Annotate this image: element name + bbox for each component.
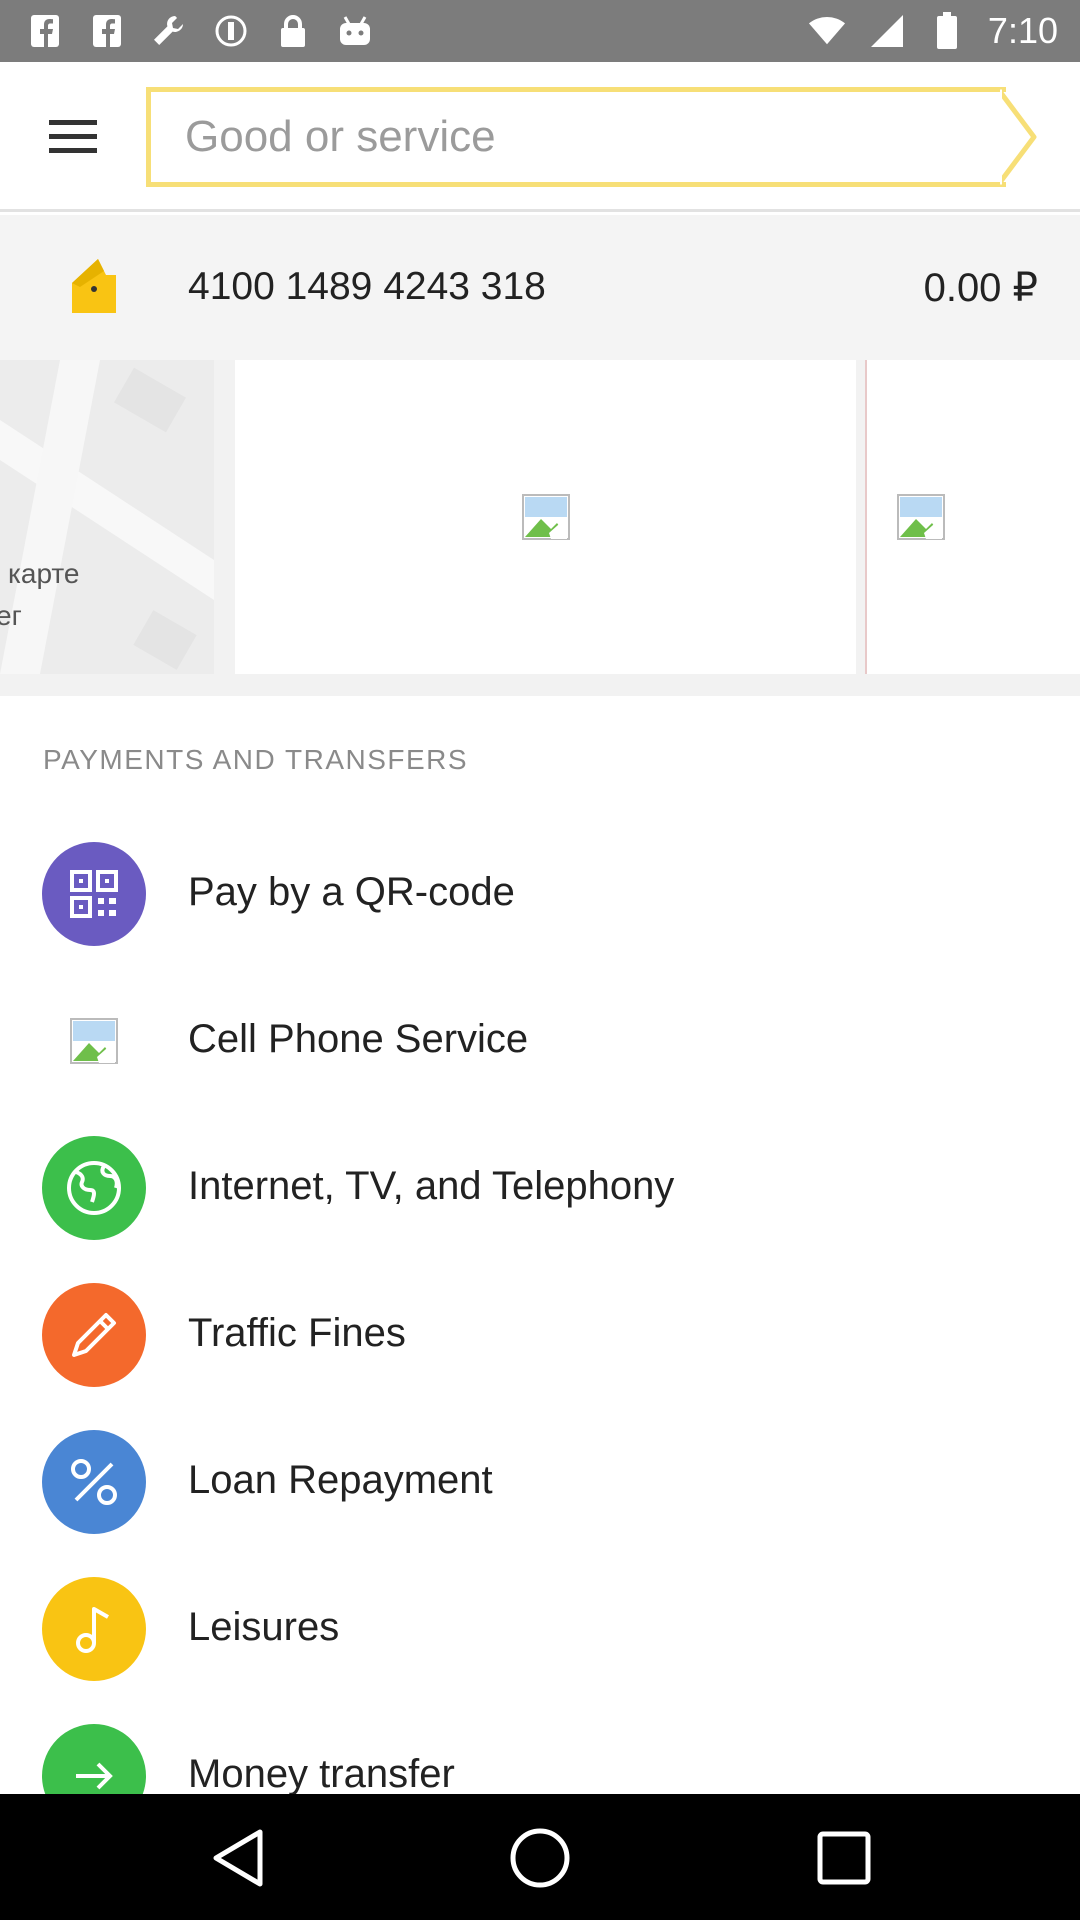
list-item-label: Leisures bbox=[188, 1605, 340, 1649]
account-summary[interactable]: 4100 1489 4243 318 0.00 ₽ bbox=[0, 215, 1080, 360]
list-item-qr-code[interactable]: Pay by a QR-code bbox=[0, 820, 1080, 967]
broken-image-icon bbox=[897, 494, 945, 540]
back-icon bbox=[213, 1829, 263, 1887]
wrench-icon bbox=[150, 12, 188, 50]
account-number: 4100 1489 4243 318 bbox=[188, 265, 546, 308]
promo-card[interactable] bbox=[235, 360, 856, 674]
back-button[interactable] bbox=[200, 1820, 276, 1896]
promo-card[interactable] bbox=[865, 360, 1080, 674]
list-item-cell-phone[interactable]: Cell Phone Service bbox=[0, 967, 1080, 1114]
top-app-bar bbox=[0, 62, 1080, 212]
hamburger-menu-icon bbox=[49, 120, 97, 153]
search-arrow-shape bbox=[996, 87, 1037, 187]
account-balance: 0.00 ₽ bbox=[923, 266, 1038, 310]
app-screen: 7:10 4100 1489 4243 31 bbox=[0, 0, 1080, 1920]
music-note-icon bbox=[42, 1577, 146, 1681]
android-icon bbox=[336, 12, 374, 50]
list-item-label: Pay by a QR-code bbox=[188, 870, 515, 914]
broken-image-icon bbox=[521, 494, 570, 540]
list-item-label: Money transfer bbox=[188, 1752, 455, 1794]
map-card-text: ег bbox=[0, 600, 22, 631]
list-item-leisures[interactable]: Leisures bbox=[0, 1555, 1080, 1702]
list-item-label: Cell Phone Service bbox=[188, 1017, 529, 1061]
home-button[interactable] bbox=[502, 1820, 578, 1896]
lock-icon bbox=[274, 12, 312, 50]
recents-button[interactable] bbox=[806, 1820, 882, 1896]
battery-icon bbox=[928, 12, 966, 50]
search-input[interactable] bbox=[146, 87, 1006, 187]
globe-icon bbox=[42, 1136, 146, 1240]
broken-image-icon bbox=[42, 989, 146, 1093]
pencil-icon bbox=[42, 1283, 146, 1387]
list-item-label: Traffic Fines bbox=[188, 1311, 406, 1355]
map-card[interactable]: карте ег bbox=[0, 360, 214, 674]
percent-icon bbox=[42, 1430, 146, 1534]
sync-icon bbox=[212, 12, 250, 50]
list-item-money-transfer[interactable]: Money transfer bbox=[0, 1702, 1080, 1794]
facebook-icon bbox=[88, 12, 126, 50]
list-item-label: Internet, TV, and Telephony bbox=[188, 1164, 675, 1208]
status-bar: 7:10 bbox=[0, 0, 1080, 62]
wallet-icon bbox=[72, 259, 116, 313]
map-card-text: карте bbox=[8, 558, 80, 589]
list-item-internet-tv[interactable]: Internet, TV, and Telephony bbox=[0, 1114, 1080, 1261]
list-item-traffic-fines[interactable]: Traffic Fines bbox=[0, 1261, 1080, 1408]
wifi-icon bbox=[808, 12, 846, 50]
promo-carousel[interactable]: карте ег bbox=[0, 360, 1080, 696]
status-time: 7:10 bbox=[987, 10, 1058, 51]
search-bar bbox=[146, 87, 1038, 187]
menu-button[interactable] bbox=[38, 102, 108, 172]
arrow-right-icon bbox=[42, 1724, 146, 1794]
section-title: PAYMENTS AND TRANSFERS bbox=[43, 744, 469, 775]
system-nav-bar bbox=[0, 1794, 1080, 1920]
facebook-icon bbox=[26, 12, 64, 50]
recents-icon bbox=[817, 1831, 871, 1885]
signal-icon bbox=[868, 12, 906, 50]
home-icon bbox=[510, 1828, 570, 1888]
list-item-label: Loan Repayment bbox=[188, 1458, 493, 1502]
qr-code-icon bbox=[42, 842, 146, 946]
map-thumbnail bbox=[0, 360, 214, 674]
list-item-loan-repayment[interactable]: Loan Repayment bbox=[0, 1408, 1080, 1555]
